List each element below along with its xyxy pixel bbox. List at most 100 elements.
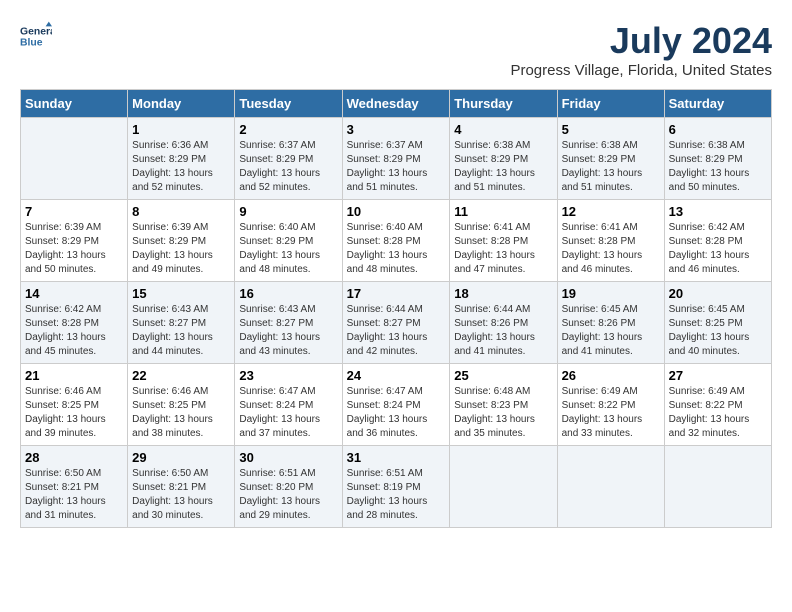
day-number: 11	[454, 204, 552, 219]
day-info: Sunrise: 6:39 AMSunset: 8:29 PMDaylight:…	[132, 221, 230, 277]
calendar-cell: 31Sunrise: 6:51 AMSunset: 8:19 PMDayligh…	[342, 446, 450, 528]
calendar-cell: 20 Sunrise: 6:45 AMSunset: 8:25 PMDayligh…	[664, 282, 771, 364]
day-info: Sunrise: 6:41 AMSunset: 8:28 PMDaylight:…	[562, 221, 660, 277]
day-info: Sunrise: 6:46 AMSunset: 8:25 PMDaylight:…	[132, 385, 230, 441]
calendar-header: SundayMondayTuesdayWednesdayThursdayFrid…	[21, 90, 772, 118]
calendar-week-row: 7Sunrise: 6:39 AMSunset: 8:29 PMDaylight…	[21, 200, 772, 282]
day-number: 30	[239, 450, 337, 465]
day-number: 25	[454, 368, 552, 383]
day-info: Sunrise: 6:43 AMSunset: 8:27 PMDaylight:…	[239, 303, 337, 359]
subtitle: Progress Village, Florida, United States	[510, 62, 772, 79]
svg-text:Blue: Blue	[20, 38, 43, 49]
calendar-cell: 30 Sunrise: 6:51 AMSunset: 8:20 PMDayligh…	[235, 446, 342, 528]
day-info: Sunrise: 6:38 AMSunset: 8:29 PMDaylight:…	[669, 139, 767, 195]
day-number: 24	[347, 368, 446, 383]
calendar-cell: 24 Sunrise: 6:47 AMSunset: 8:24 PMDayligh…	[342, 364, 450, 446]
day-info: Sunrise: 6:47 AMSunset: 8:24 PMDaylight:…	[239, 385, 337, 441]
calendar-cell: 15Sunrise: 6:43 AMSunset: 8:27 PMDayligh…	[128, 282, 235, 364]
calendar-week-row: 1Sunrise: 6:36 AMSunset: 8:29 PMDaylight…	[21, 118, 772, 200]
day-number: 28	[25, 450, 123, 465]
day-number: 26	[562, 368, 660, 383]
calendar-cell: 11Sunrise: 6:41 AMSunset: 8:28 PMDayligh…	[450, 200, 557, 282]
calendar-cell: 9 Sunrise: 6:40 AMSunset: 8:29 PMDaylight…	[235, 200, 342, 282]
day-info: Sunrise: 6:40 AMSunset: 8:28 PMDaylight:…	[347, 221, 446, 277]
days-of-week-row: SundayMondayTuesdayWednesdayThursdayFrid…	[21, 90, 772, 118]
calendar-cell	[450, 446, 557, 528]
logo: General Blue	[20, 20, 52, 52]
day-number: 31	[347, 450, 446, 465]
day-info: Sunrise: 6:38 AMSunset: 8:29 PMDaylight:…	[454, 139, 552, 195]
calendar-cell: 12 Sunrise: 6:41 AMSunset: 8:28 PMDayligh…	[557, 200, 664, 282]
day-info: Sunrise: 6:50 AMSunset: 8:21 PMDaylight:…	[25, 467, 123, 523]
day-info: Sunrise: 6:50 AMSunset: 8:21 PMDaylight:…	[132, 467, 230, 523]
day-number: 12	[562, 204, 660, 219]
day-info: Sunrise: 6:39 AMSunset: 8:29 PMDaylight:…	[25, 221, 123, 277]
day-number: 13	[669, 204, 767, 219]
day-number: 17	[347, 286, 446, 301]
calendar-week-row: 14 Sunrise: 6:42 AMSunset: 8:28 PMDayligh…	[21, 282, 772, 364]
calendar-week-row: 21 Sunrise: 6:46 AMSunset: 8:25 PMDayligh…	[21, 364, 772, 446]
calendar-cell: 6Sunrise: 6:38 AMSunset: 8:29 PMDaylight…	[664, 118, 771, 200]
day-number: 1	[132, 122, 230, 137]
day-info: Sunrise: 6:40 AMSunset: 8:29 PMDaylight:…	[239, 221, 337, 277]
calendar-cell: 2 Sunrise: 6:37 AMSunset: 8:29 PMDaylight…	[235, 118, 342, 200]
day-number: 18	[454, 286, 552, 301]
svg-text:General: General	[20, 26, 52, 37]
calendar-cell: 5 Sunrise: 6:38 AMSunset: 8:29 PMDaylight…	[557, 118, 664, 200]
day-number: 10	[347, 204, 446, 219]
day-of-week-header: Sunday	[21, 90, 128, 118]
main-title: July 2024	[510, 20, 772, 62]
calendar-cell: 29 Sunrise: 6:50 AMSunset: 8:21 PMDayligh…	[128, 446, 235, 528]
day-number: 9	[239, 204, 337, 219]
day-number: 8	[132, 204, 230, 219]
day-number: 29	[132, 450, 230, 465]
day-of-week-header: Wednesday	[342, 90, 450, 118]
calendar-cell: 1Sunrise: 6:36 AMSunset: 8:29 PMDaylight…	[128, 118, 235, 200]
title-block: July 2024 Progress Village, Florida, Uni…	[510, 20, 772, 79]
day-info: Sunrise: 6:45 AMSunset: 8:26 PMDaylight:…	[562, 303, 660, 359]
calendar-cell: 27 Sunrise: 6:49 AMSunset: 8:22 PMDayligh…	[664, 364, 771, 446]
day-info: Sunrise: 6:42 AMSunset: 8:28 PMDaylight:…	[25, 303, 123, 359]
day-info: Sunrise: 6:51 AMSunset: 8:20 PMDaylight:…	[239, 467, 337, 523]
day-info: Sunrise: 6:43 AMSunset: 8:27 PMDaylight:…	[132, 303, 230, 359]
day-info: Sunrise: 6:44 AMSunset: 8:27 PMDaylight:…	[347, 303, 446, 359]
day-info: Sunrise: 6:37 AMSunset: 8:29 PMDaylight:…	[347, 139, 446, 195]
day-info: Sunrise: 6:49 AMSunset: 8:22 PMDaylight:…	[669, 385, 767, 441]
day-of-week-header: Monday	[128, 90, 235, 118]
calendar-cell: 4 Sunrise: 6:38 AMSunset: 8:29 PMDaylight…	[450, 118, 557, 200]
day-info: Sunrise: 6:47 AMSunset: 8:24 PMDaylight:…	[347, 385, 446, 441]
day-info: Sunrise: 6:42 AMSunset: 8:28 PMDaylight:…	[669, 221, 767, 277]
day-number: 23	[239, 368, 337, 383]
day-of-week-header: Saturday	[664, 90, 771, 118]
calendar-cell: 25Sunrise: 6:48 AMSunset: 8:23 PMDayligh…	[450, 364, 557, 446]
calendar-cell: 8 Sunrise: 6:39 AMSunset: 8:29 PMDaylight…	[128, 200, 235, 282]
day-number: 20	[669, 286, 767, 301]
logo-icon: General Blue	[20, 20, 52, 52]
day-number: 27	[669, 368, 767, 383]
calendar-cell: 3Sunrise: 6:37 AMSunset: 8:29 PMDaylight…	[342, 118, 450, 200]
calendar-cell: 16 Sunrise: 6:43 AMSunset: 8:27 PMDayligh…	[235, 282, 342, 364]
calendar-cell: 22Sunrise: 6:46 AMSunset: 8:25 PMDayligh…	[128, 364, 235, 446]
day-number: 21	[25, 368, 123, 383]
day-number: 2	[239, 122, 337, 137]
calendar-cell: 19 Sunrise: 6:45 AMSunset: 8:26 PMDayligh…	[557, 282, 664, 364]
calendar-body: 1Sunrise: 6:36 AMSunset: 8:29 PMDaylight…	[21, 118, 772, 528]
day-info: Sunrise: 6:37 AMSunset: 8:29 PMDaylight:…	[239, 139, 337, 195]
day-info: Sunrise: 6:45 AMSunset: 8:25 PMDaylight:…	[669, 303, 767, 359]
day-number: 16	[239, 286, 337, 301]
day-number: 14	[25, 286, 123, 301]
day-info: Sunrise: 6:49 AMSunset: 8:22 PMDaylight:…	[562, 385, 660, 441]
day-info: Sunrise: 6:46 AMSunset: 8:25 PMDaylight:…	[25, 385, 123, 441]
calendar-cell: 28 Sunrise: 6:50 AMSunset: 8:21 PMDayligh…	[21, 446, 128, 528]
calendar-cell	[664, 446, 771, 528]
calendar-table: SundayMondayTuesdayWednesdayThursdayFrid…	[20, 89, 772, 528]
day-number: 4	[454, 122, 552, 137]
calendar-cell: 26 Sunrise: 6:49 AMSunset: 8:22 PMDayligh…	[557, 364, 664, 446]
day-info: Sunrise: 6:38 AMSunset: 8:29 PMDaylight:…	[562, 139, 660, 195]
calendar-cell	[21, 118, 128, 200]
calendar-cell: 10 Sunrise: 6:40 AMSunset: 8:28 PMDayligh…	[342, 200, 450, 282]
day-number: 5	[562, 122, 660, 137]
calendar-cell: 21 Sunrise: 6:46 AMSunset: 8:25 PMDayligh…	[21, 364, 128, 446]
day-number: 19	[562, 286, 660, 301]
calendar-cell: 17 Sunrise: 6:44 AMSunset: 8:27 PMDayligh…	[342, 282, 450, 364]
